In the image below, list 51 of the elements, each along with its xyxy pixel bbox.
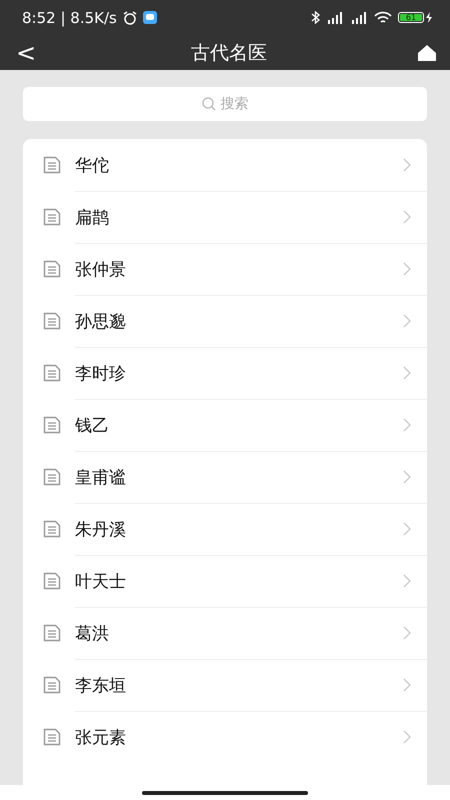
page-title: 古代名医 (190, 40, 268, 66)
list-item[interactable]: 皇甫谧 (23, 451, 427, 503)
list-item[interactable]: 葛洪 (23, 607, 427, 659)
list-item[interactable]: 张仲景 (23, 243, 427, 295)
list-item[interactable]: 孙思邈 (23, 295, 427, 347)
document-icon (43, 364, 61, 382)
chevron-icon (403, 678, 411, 692)
signal-icon (326, 12, 344, 24)
document-icon (43, 676, 61, 694)
battery-icon: 61 (398, 12, 424, 23)
home-icon[interactable] (418, 44, 436, 60)
document-icon (43, 468, 61, 486)
document-icon (43, 208, 61, 226)
chat-icon (142, 11, 157, 24)
signal-icon (350, 12, 368, 24)
document-icon (43, 416, 61, 434)
list-item[interactable]: 李时珍 (23, 347, 427, 399)
list-item[interactable]: 叶天士 (23, 555, 427, 607)
list-item[interactable]: 钱乙 (23, 399, 427, 451)
search-icon (202, 97, 216, 111)
chevron-icon (403, 730, 411, 744)
chevron-icon (403, 366, 411, 380)
status-time: 8:52 | 8.5K/s (22, 8, 117, 26)
chevron-icon (403, 470, 411, 484)
document-icon (43, 624, 61, 642)
chevron-icon (403, 522, 411, 536)
document-icon (43, 260, 61, 278)
list-item[interactable]: 张元素 (23, 711, 427, 763)
charging-icon (426, 12, 432, 23)
list-item[interactable]: 李东垣 (23, 659, 427, 711)
document-icon (43, 572, 61, 590)
chevron-icon (403, 418, 411, 432)
alarm-icon (122, 10, 137, 24)
chevron-icon (403, 626, 411, 640)
bluetooth-icon (311, 11, 320, 24)
search-placeholder: 搜索 (220, 95, 248, 113)
document-icon (43, 520, 61, 538)
back-button[interactable]: < (12, 40, 40, 64)
list-item[interactable]: 朱丹溪 (23, 503, 427, 555)
document-icon (43, 728, 61, 746)
wifi-icon (374, 11, 392, 24)
chevron-icon (403, 158, 411, 172)
chevron-icon (403, 314, 411, 328)
chevron-icon (403, 262, 411, 276)
home-indicator[interactable] (142, 790, 308, 794)
chevron-icon (403, 574, 411, 588)
document-icon (43, 156, 61, 174)
document-icon (43, 312, 61, 330)
list-item[interactable]: 扁鹊 (23, 191, 427, 243)
chevron-icon (403, 210, 411, 224)
list-item[interactable]: 华佗 (23, 139, 427, 191)
